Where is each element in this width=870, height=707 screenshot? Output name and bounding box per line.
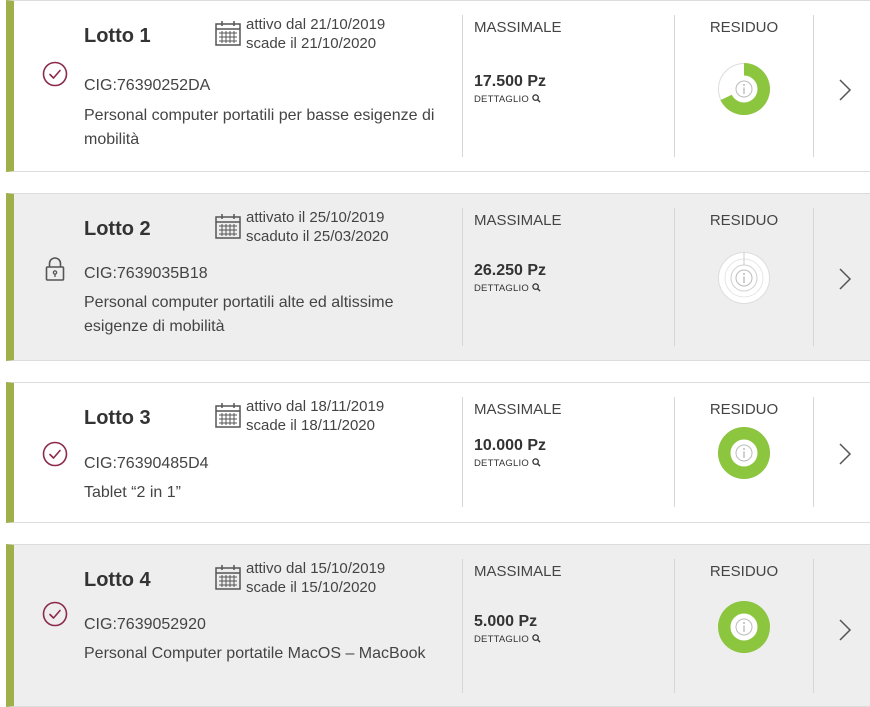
detail-link[interactable]: DETTAGLIO (474, 94, 541, 105)
detail-link[interactable]: DETTAGLIO (474, 458, 541, 469)
check-circle-icon (42, 601, 68, 627)
info-icon (718, 427, 770, 479)
column-divider (813, 559, 814, 693)
search-icon (532, 458, 541, 467)
lot-card-3[interactable]: Lotto 3 attivo dal 18/11/2019 scade il 1… (6, 382, 870, 523)
residuo-label: RESIDUO (709, 19, 779, 36)
search-icon (532, 634, 541, 643)
residuo-donut (718, 63, 770, 115)
lock-icon (42, 256, 68, 282)
calendar-icon (214, 212, 242, 240)
residuo-label: RESIDUO (709, 401, 779, 418)
chevron-right-icon[interactable] (838, 78, 852, 102)
date-end: scade il 15/10/2020 (246, 579, 377, 596)
lot-dates: attivo dal 18/11/2019 scade il 18/11/202… (246, 397, 384, 435)
search-icon (532, 283, 541, 292)
column-divider (813, 397, 814, 507)
detail-label: DETTAGLIO (474, 634, 529, 645)
lot-card-2[interactable]: Lotto 2 attivato il 25/10/2019 scaduto i… (6, 193, 870, 361)
info-icon (718, 252, 770, 304)
lot-cig: CIG:7639035B18 (84, 265, 208, 282)
calendar-icon (214, 19, 242, 47)
lot-cig: CIG:76390252DA (84, 77, 211, 94)
date-start: attivo dal 15/10/2019 (246, 560, 386, 577)
column-divider (462, 559, 463, 693)
massimale-value: 26.250 Pz (474, 262, 547, 279)
lot-description: Personal computer portatili alte ed alti… (84, 294, 394, 335)
massimale-value: 10.000 Pz (474, 437, 547, 454)
detail-label: DETTAGLIO (474, 283, 529, 294)
lot-card-4[interactable]: Lotto 4 attivo dal 15/10/2019 scade il 1… (6, 544, 870, 707)
lot-title: Lotto 2 (84, 218, 151, 240)
search-icon (532, 94, 541, 103)
lot-title: Lotto 3 (84, 407, 151, 429)
lot-cig: CIG:76390485D4 (84, 455, 209, 472)
detail-link[interactable]: DETTAGLIO (474, 634, 541, 645)
column-divider (813, 208, 814, 346)
lot-title: Lotto 4 (84, 569, 151, 591)
chevron-right-icon[interactable] (838, 618, 852, 642)
date-start: attivato il 25/10/2019 (246, 209, 385, 226)
info-icon (718, 601, 770, 653)
date-end: scade il 21/10/2020 (246, 35, 377, 52)
residuo-donut (718, 252, 770, 304)
massimale-label: MASSIMALE (474, 19, 562, 36)
residuo-label: RESIDUO (709, 212, 779, 229)
column-divider (674, 15, 675, 157)
residuo-donut (718, 427, 770, 479)
massimale-value: 5.000 Pz (474, 613, 538, 630)
massimale-label: MASSIMALE (474, 212, 562, 229)
check-circle-icon (42, 441, 68, 467)
detail-label: DETTAGLIO (474, 458, 529, 469)
date-start: attivo dal 18/11/2019 (246, 398, 385, 415)
info-icon (718, 63, 770, 115)
lot-description: Personal computer portatili per basse es… (84, 107, 435, 148)
massimale-label: MASSIMALE (474, 563, 562, 580)
detail-link[interactable]: DETTAGLIO (474, 283, 541, 294)
column-divider (813, 15, 814, 157)
lot-cig: CIG:7639052920 (84, 616, 206, 633)
lot-dates: attivato il 25/10/2019 scaduto il 25/03/… (246, 208, 389, 246)
column-divider (462, 397, 463, 507)
massimale-label: MASSIMALE (474, 401, 562, 418)
massimale-value: 17.500 Pz (474, 73, 547, 90)
chevron-right-icon[interactable] (838, 267, 852, 291)
lot-description: Tablet “2 in 1” (84, 484, 181, 501)
column-divider (674, 397, 675, 507)
date-end: scade il 18/11/2020 (246, 417, 375, 434)
detail-label: DETTAGLIO (474, 94, 529, 105)
column-divider (674, 559, 675, 693)
date-start: attivo dal 21/10/2019 (246, 16, 386, 33)
lot-description: Personal Computer portatile MacOS – MacB… (84, 645, 426, 662)
calendar-icon (214, 401, 242, 429)
column-divider (462, 208, 463, 346)
residuo-label: RESIDUO (709, 563, 779, 580)
calendar-icon (214, 563, 242, 591)
lot-dates: attivo dal 21/10/2019 scade il 21/10/202… (246, 15, 385, 53)
lot-card-1[interactable]: Lotto 1 attivo dal 21/10/2019 scade il 2… (6, 0, 870, 172)
lot-title: Lotto 1 (84, 25, 151, 47)
column-divider (674, 208, 675, 346)
chevron-right-icon[interactable] (838, 442, 852, 466)
lot-dates: attivo dal 15/10/2019 scade il 15/10/202… (246, 559, 385, 597)
date-end: scaduto il 25/03/2020 (246, 228, 389, 245)
column-divider (462, 15, 463, 157)
check-circle-icon (42, 61, 68, 87)
residuo-donut (718, 601, 770, 653)
